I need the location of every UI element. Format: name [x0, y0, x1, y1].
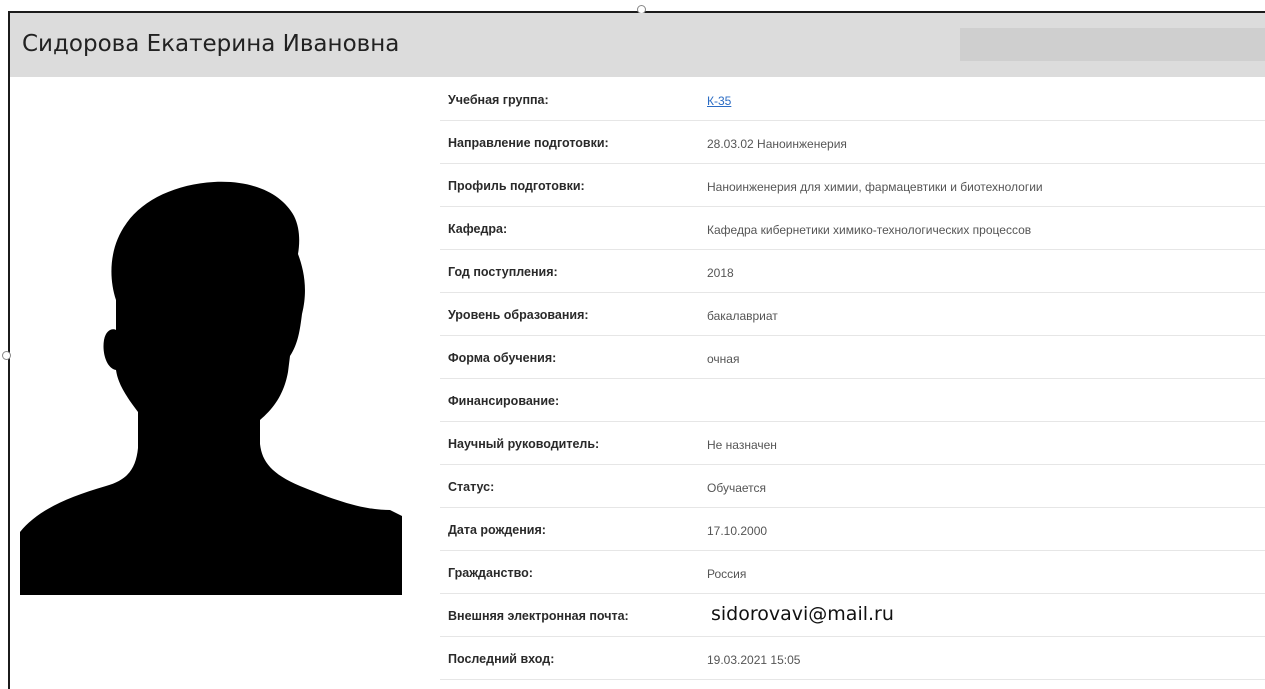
- info-value: 19.03.2021 15:05: [707, 653, 801, 667]
- info-label: Направление подготовки:: [448, 136, 609, 150]
- info-row: Гражданство: Россия: [440, 551, 1265, 594]
- info-value: Наноинженерия для химии, фармацевтики и …: [707, 180, 1043, 194]
- info-value: Кафедра кибернетики химико-технологическ…: [707, 223, 1032, 237]
- info-label: Уровень образования:: [448, 308, 589, 322]
- info-label: Научный руководитель:: [448, 437, 600, 451]
- info-label: Дата рождения:: [448, 523, 546, 537]
- info-row: Дата рождения: 17.10.2000: [440, 508, 1265, 551]
- info-label: Профиль подготовки:: [448, 179, 585, 193]
- info-value: 2018: [707, 266, 734, 280]
- info-label: Статус:: [448, 480, 495, 494]
- info-row: Кафедра: Кафедра кибернетики химико-техно…: [440, 207, 1265, 250]
- info-label: Гражданство:: [448, 566, 533, 580]
- info-value: Россия: [707, 567, 747, 581]
- avatar-silhouette-icon: [20, 181, 402, 596]
- info-value: очная: [707, 352, 740, 366]
- page-title: Сидорова Екатерина Ивановна: [22, 31, 400, 57]
- info-value: 17.10.2000: [707, 524, 768, 538]
- info-row: Уровень образования: бакалавриат: [440, 293, 1265, 336]
- info-label: Форма обучения:: [448, 351, 557, 365]
- window-border-left: [8, 11, 10, 689]
- info-row: Статус: Обучается: [440, 465, 1265, 508]
- info-value: 28.03.02 Наноинженерия: [707, 137, 847, 151]
- header-blank-area: [960, 28, 1265, 61]
- info-label: Последний вход:: [448, 652, 555, 666]
- info-value: бакалавриат: [707, 309, 778, 323]
- info-label: Год поступления:: [448, 265, 558, 279]
- info-label: Внешняя электронная почта:: [448, 609, 629, 623]
- info-label: Финансирование:: [448, 394, 560, 408]
- info-row: Год поступления: 2018: [440, 250, 1265, 293]
- info-row: Финансирование:: [440, 379, 1265, 422]
- resize-handle-left[interactable]: [2, 351, 11, 360]
- info-row: Учебная группа: К-35: [440, 78, 1265, 121]
- student-info-table: Учебная группа: К-35 Направление подготовк…: [440, 78, 1265, 680]
- info-row: Профиль подготовки: Наноинженерия для хим…: [440, 164, 1265, 207]
- profile-header: Сидорова Екатерина Ивановна: [10, 13, 1265, 77]
- info-label: Учебная группа:: [448, 93, 549, 107]
- info-value: sidorovavi@mail.ru: [711, 603, 894, 625]
- info-row: Направление подготовки: 28.03.02 Наноинже…: [440, 121, 1265, 164]
- info-label: Кафедра:: [448, 222, 508, 236]
- info-value: Не назначен: [707, 438, 777, 452]
- info-row: Научный руководитель: Не назначен: [440, 422, 1265, 465]
- info-value: Обучается: [707, 481, 767, 495]
- info-row: Последний вход: 19.03.2021 15:05: [440, 637, 1265, 680]
- info-row: Внешняя электронная почта: sidorovavi@mai…: [440, 594, 1265, 637]
- info-row: Форма обучения: очная: [440, 336, 1265, 379]
- group-link[interactable]: К-35: [707, 94, 731, 108]
